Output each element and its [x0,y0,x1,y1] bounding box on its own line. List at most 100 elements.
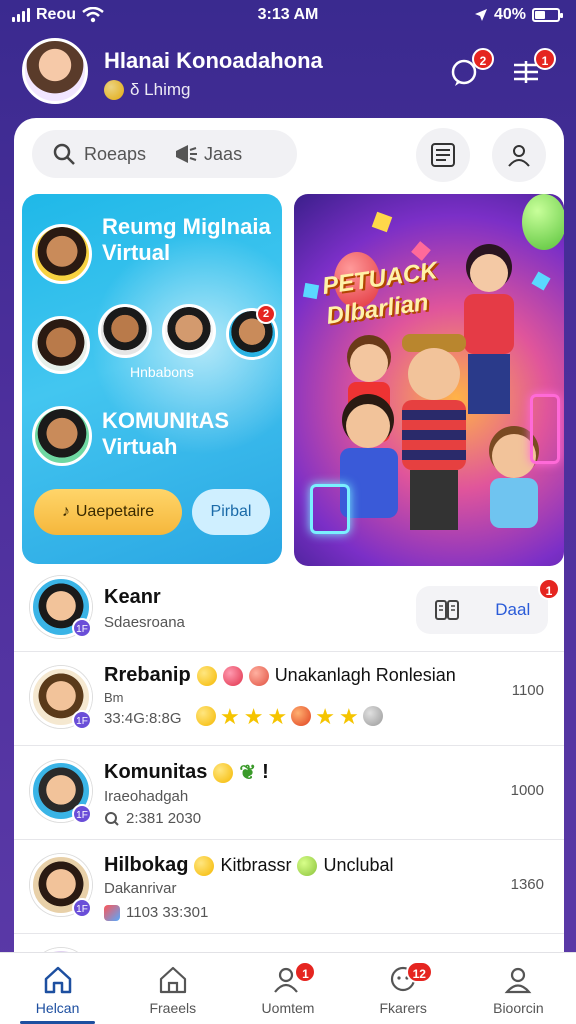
tab-label: Helcan [35,1000,80,1016]
search-icon [105,811,119,826]
status-badge: 1F [72,710,92,730]
row-meta-text: 1103 33:301 [126,904,209,921]
avatar [32,406,92,466]
card-title-line: Virtuah [102,434,178,459]
row-title-extra: Kitbrassr [220,855,292,875]
tab-badge: 12 [405,961,433,983]
join-button[interactable]: ♪ Uaepetaire [34,489,182,535]
confetti-decoration [531,271,551,291]
card-title-line: KOMUNItAS [102,408,230,433]
status-badge: 1F [72,618,92,638]
secondary-button[interactable]: Pirbal [192,489,270,535]
group-badge: 2 [256,304,277,324]
emoji-icon [104,80,124,100]
checklist-icon [431,143,455,167]
card-title-line: Virtual [102,240,171,265]
tab-label: Fraeels [149,1000,197,1016]
feature-action-button[interactable]: Daal [416,586,548,634]
status-badge: 1F [72,804,92,824]
row-time: 1100 [511,682,544,699]
search-secondary-label: Jaas [204,143,243,164]
row-title: Komunitas ❦ ! [104,760,269,785]
smile-emoji-icon [196,665,217,686]
main-panel: Roeaps Jaas Reumg Miglnaia Virtual 2 Hnb… [14,118,564,958]
card-title-line: Reumg Miglnaia [102,214,271,239]
profile-icon [505,967,532,994]
tab-chat[interactable]: Fkarers 12 [346,953,461,1024]
row-meta: 33:4G:8:8G [104,710,182,727]
confetti-decoration [371,211,393,233]
avatar[interactable] [22,38,88,104]
tab-label: Fkarers [379,1000,427,1016]
event-poster-card[interactable]: PETUACK DIbarlian [294,194,564,566]
tab-store[interactable]: Fraeels [115,953,230,1024]
home-icon [44,966,71,994]
neon-frame-decoration [310,484,350,534]
card-title: Reumg Miglnaia Virtual [102,214,271,266]
menu-badge: 1 [534,48,556,70]
avatar [98,304,152,358]
character-illustration [394,334,474,534]
notification-button[interactable]: 2 [444,48,494,92]
book-icon [434,600,459,620]
tab-label: Uomtem [261,1000,315,1016]
tab-profile[interactable]: Bioorcin [461,953,576,1024]
status-right: 40% [474,6,563,24]
star-icon: ★ [220,704,240,729]
row-meta: 1103 33:301 [104,904,208,921]
list-item[interactable]: 1F Komunitas ❦ ! Iraeohadgah 2:381 2030 … [14,746,564,840]
tab-badge: 1 [294,961,317,983]
avatar [32,224,92,284]
confetti-decoration [302,282,320,300]
rating-stars: ★ ★ ★ ★ ★ [196,706,383,728]
user-status: δ Lhimg [104,80,191,100]
row-title: Hilbokag Kitbrassr Unclubal [104,854,394,877]
row-title-text: Rrebanip [104,664,191,686]
user-icon [508,145,530,167]
checklist-button[interactable] [416,128,470,182]
tab-bar: Helcan Fraeels Uomtem 1 Fkarers 12 Bioor… [0,952,576,1024]
smile-emoji-icon [213,762,234,783]
status-bar: Reou 3:13 AM 40% [0,0,576,32]
avatar [162,304,216,358]
row-title-text: Komunitas [104,761,208,783]
list-item[interactable]: 1F Hilbokag Kitbrassr Unclubal Dakanriva… [14,840,564,934]
row-meta-text: 2:381 2030 [126,810,202,827]
battery-fill [535,11,545,19]
location-arrow-icon [474,9,487,21]
tab-home[interactable]: Helcan [0,953,115,1024]
row-time: 1360 [510,876,544,893]
feature-row[interactable]: 1F Keanr Sdaesroana Daal 1 [14,570,564,652]
list-item[interactable]: 1F Rrebanip Unakanlagh Ronlesian Bm 33:4… [14,652,564,746]
row-title: Keanr [104,586,161,608]
row-title: Rrebanip Unakanlagh Ronlesian [104,664,456,687]
star-icon: ★ [315,704,335,729]
community-card[interactable]: Reumg Miglnaia Virtual 2 Hnbabons KOMUNI… [22,194,282,564]
reaction-emoji-icon [362,706,383,726]
row-title-extra: ! [262,761,269,783]
balloon-icon [522,194,564,250]
search-bar[interactable]: Roeaps Jaas [32,130,297,178]
music-note-icon: ♪ [61,503,70,520]
feature-action-badge: 1 [538,578,560,600]
smile-emoji-icon [194,855,215,876]
gift-emoji-icon [104,904,120,921]
battery-percent: 40% [493,6,526,23]
star-icon: ★ [267,704,288,729]
tab-people[interactable]: Uomtem 1 [230,953,345,1024]
menu-button[interactable]: 1 [506,48,556,92]
search-filter[interactable]: Jaas [174,143,242,165]
card-title: KOMUNItAS Virtuah [102,408,229,460]
secondary-button-label: Pirbal [210,503,252,520]
banana-emoji-icon [297,855,318,876]
row-subtitle: Dakanrivar [104,880,177,897]
smile-emoji-icon [196,706,216,726]
angry-emoji-icon [291,706,312,726]
heart-emoji-icon [222,665,243,686]
reaction-emoji-icon [248,665,269,686]
profile-button[interactable] [492,128,546,182]
group-label: Hnbabons [130,364,194,380]
avatar [32,316,90,374]
row-title-extra: Unclubal [323,855,394,875]
user-status-text: δ Lhimg [130,80,191,99]
